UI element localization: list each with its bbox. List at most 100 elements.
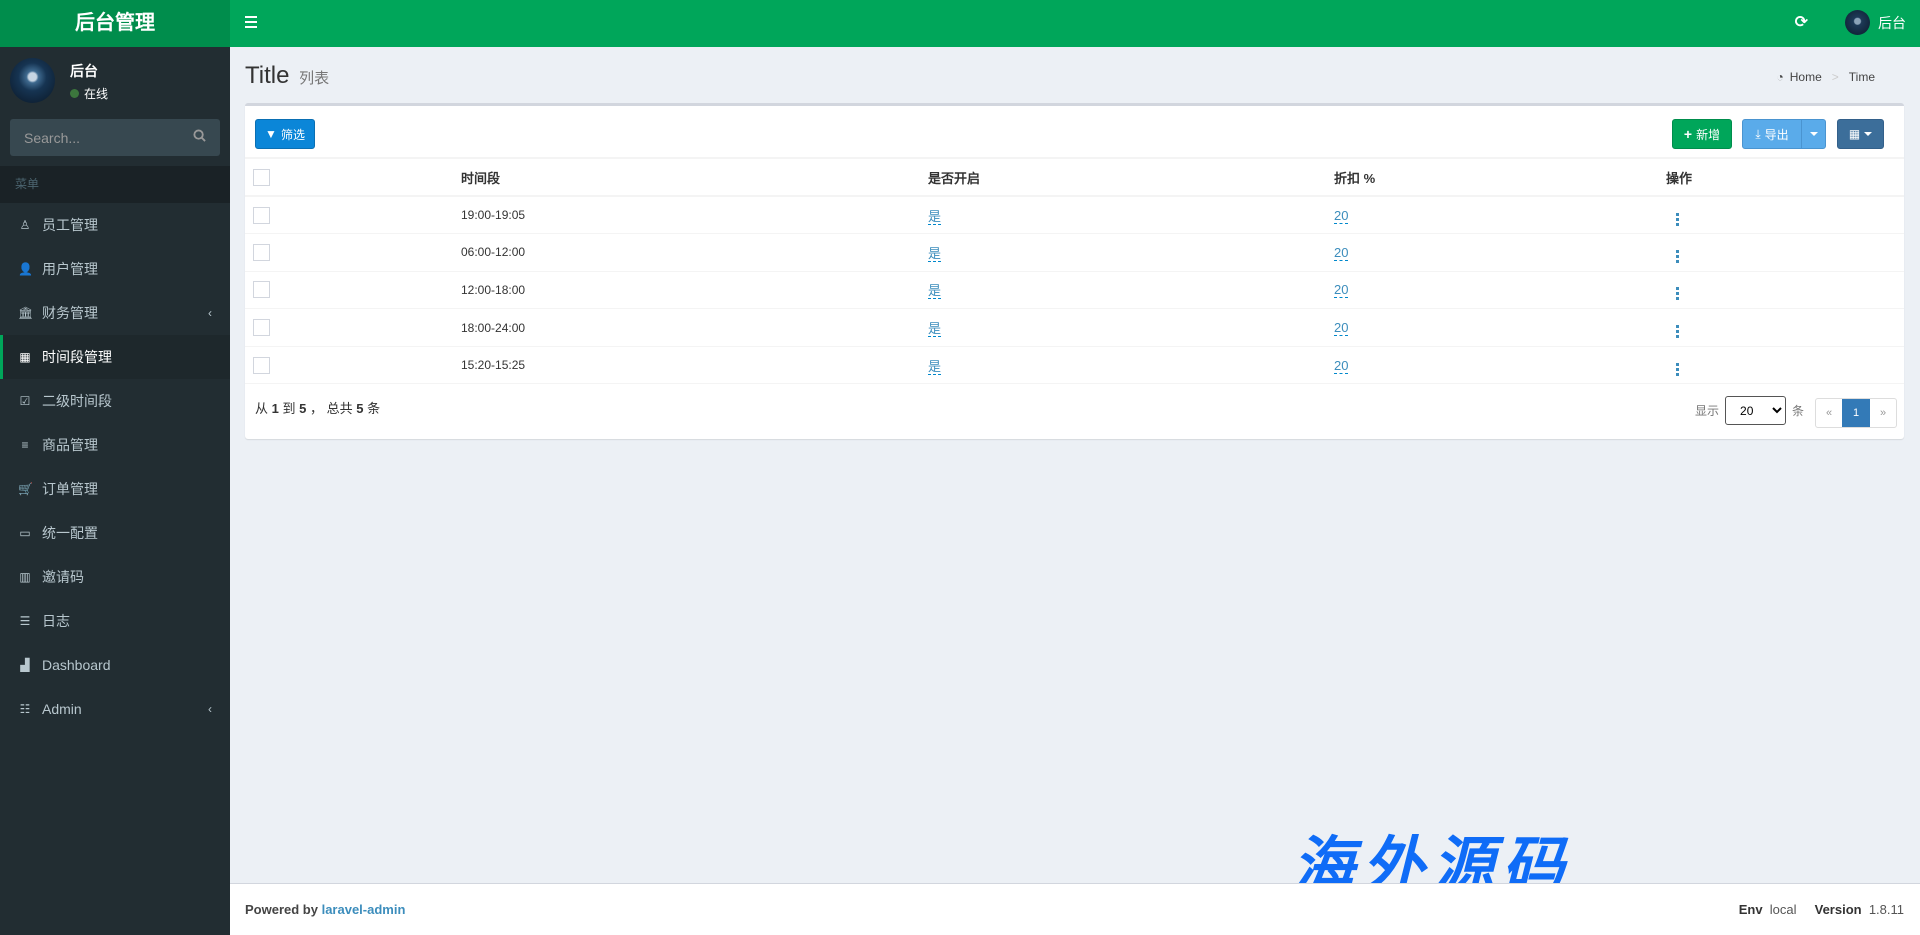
column-header-time[interactable]: 时间段 xyxy=(461,158,928,196)
summary-text: 从 xyxy=(255,401,268,416)
sidebar-item-label: Dashboard xyxy=(42,657,111,673)
page-button[interactable]: 1 xyxy=(1842,399,1870,427)
sidebar-item-0[interactable]: ♙员工管理 xyxy=(0,203,230,247)
caret-down-icon xyxy=(1864,132,1872,136)
chevron-left-icon: ‹ xyxy=(208,306,212,320)
sidebar-item-5[interactable]: ≡ 商品管理 xyxy=(0,423,230,467)
sidebar-item-label: 财务管理 xyxy=(42,303,98,323)
more-actions-icon[interactable] xyxy=(1676,287,1679,300)
cell-open-editable[interactable]: 是 xyxy=(928,209,941,225)
more-actions-icon[interactable] xyxy=(1676,325,1679,338)
refresh-icon[interactable]: ⟳ xyxy=(1795,12,1808,32)
cell-time: 15:20-15:25 xyxy=(461,346,928,384)
cell-discount-editable[interactable]: 20 xyxy=(1334,320,1348,336)
cell-open-editable[interactable]: 是 xyxy=(928,246,941,262)
column-selector-button[interactable]: ▦ xyxy=(1837,119,1884,149)
pagination-summary: 从 1 到 5 ， 总共 5 条 xyxy=(255,398,380,417)
row-checkbox[interactable] xyxy=(253,357,270,374)
version-label: Version xyxy=(1815,902,1862,917)
online-dot-icon xyxy=(70,89,79,98)
row-checkbox[interactable] xyxy=(253,319,270,336)
app-logo[interactable]: 后台管理 xyxy=(0,0,230,47)
status-text: 在线 xyxy=(84,85,108,102)
per-page-select[interactable]: 20 xyxy=(1725,396,1786,425)
sidebar-menu: ♙员工管理👤用户管理🏛财务管理‹▦时间段管理☑二级时间段≡商品管理🛒订单管理▭统… xyxy=(0,203,230,731)
export-label: 导出 xyxy=(1765,126,1789,143)
next-page-button[interactable]: » xyxy=(1870,399,1896,427)
select-all-checkbox[interactable] xyxy=(253,169,270,186)
search-input[interactable] xyxy=(10,119,220,156)
export-button[interactable]: ⤓ 导出 xyxy=(1742,119,1802,149)
more-actions-icon[interactable] xyxy=(1676,213,1679,226)
sidebar-toggle-icon[interactable] xyxy=(245,16,257,28)
sidebar-item-8[interactable]: ▥邀请码 xyxy=(0,555,230,599)
version-value: 1.8.11 xyxy=(1869,902,1904,917)
sidebar-item-label: 统一配置 xyxy=(42,523,98,543)
table-header-row: 时间段 是否开启 折扣 % 操作 xyxy=(245,158,1904,196)
user-name: 后台 xyxy=(1878,13,1906,33)
user-icon: 👤 xyxy=(18,262,32,276)
sidebar-item-label: 商品管理 xyxy=(42,435,98,455)
database-icon: ≡ xyxy=(18,438,32,452)
row-checkbox[interactable] xyxy=(253,281,270,298)
powered-by: Powered by laravel-admin xyxy=(245,902,405,917)
sidebar-item-11[interactable]: ☷Admin‹ xyxy=(0,687,230,731)
summary-text: 条 xyxy=(367,401,380,416)
footer: Powered by laravel-admin Env local Versi… xyxy=(230,883,1920,935)
new-button[interactable]: + 新增 xyxy=(1672,119,1732,149)
cell-open-editable[interactable]: 是 xyxy=(928,359,941,375)
cell-discount-editable[interactable]: 20 xyxy=(1334,208,1348,224)
cell-open-editable[interactable]: 是 xyxy=(928,321,941,337)
sidebar-search xyxy=(10,119,220,156)
sidebar-item-2[interactable]: 🏛财务管理‹ xyxy=(0,291,230,335)
column-header-discount[interactable]: 折扣 % xyxy=(1334,158,1666,196)
cell-time: 18:00-24:00 xyxy=(461,309,928,347)
powered-by-text: Powered by xyxy=(245,902,318,917)
page-title: Title xyxy=(245,62,289,89)
top-navbar: ⟳ 后台 xyxy=(230,0,1920,47)
column-header-open[interactable]: 是否开启 xyxy=(928,158,1334,196)
sidebar-item-9[interactable]: ☰日志 xyxy=(0,599,230,643)
grid-box: ▼ 筛选 + 新增 ⤓ 导出 ▦ 时间段 是否开启 折扣 % 操作 19:00-… xyxy=(245,103,1904,439)
search-icon[interactable] xyxy=(193,129,206,142)
sidebar: 后台 在线 菜单 ♙员工管理👤用户管理🏛财务管理‹▦时间段管理☑二级时间段≡商品… xyxy=(0,47,230,935)
bar-chart-icon: ▟ xyxy=(18,658,32,672)
sidebar-item-4[interactable]: ☑二级时间段 xyxy=(0,379,230,423)
download-icon: ⤓ xyxy=(1755,127,1760,142)
sidebar-item-6[interactable]: 🛒订单管理 xyxy=(0,467,230,511)
table-icon: ▦ xyxy=(1849,127,1860,141)
sidebar-item-7[interactable]: ▭统一配置 xyxy=(0,511,230,555)
page-subtitle: 列表 xyxy=(299,70,329,87)
cell-time: 12:00-18:00 xyxy=(461,271,928,309)
cell-time: 19:00-19:05 xyxy=(461,196,928,234)
row-checkbox[interactable] xyxy=(253,207,270,224)
env-value: local xyxy=(1770,902,1797,917)
status-badge: 在线 xyxy=(70,85,108,102)
more-actions-icon[interactable] xyxy=(1676,250,1679,263)
summary-text: 到 xyxy=(283,401,296,416)
prev-page-button[interactable]: « xyxy=(1816,399,1842,427)
summary-text: ， 总共 xyxy=(310,401,353,416)
cell-discount-editable[interactable]: 20 xyxy=(1334,282,1348,298)
sidebar-item-10[interactable]: ▟ Dashboard xyxy=(0,643,230,687)
per-page-control: 显示 20 条 xyxy=(1695,396,1804,425)
avatar xyxy=(1845,10,1870,35)
caret-down-icon xyxy=(1810,132,1818,136)
user-menu[interactable]: 后台 xyxy=(1845,10,1906,35)
export-dropdown-toggle[interactable] xyxy=(1801,119,1826,149)
breadcrumb-home[interactable]: Home xyxy=(1790,70,1822,84)
more-actions-icon[interactable] xyxy=(1676,363,1679,376)
row-checkbox[interactable] xyxy=(253,244,270,261)
cell-open-editable[interactable]: 是 xyxy=(928,283,941,299)
sidebar-item-1[interactable]: 👤用户管理 xyxy=(0,247,230,291)
filter-button[interactable]: ▼ 筛选 xyxy=(255,119,315,149)
laravel-admin-link[interactable]: laravel-admin xyxy=(322,902,406,917)
cell-discount-editable[interactable]: 20 xyxy=(1334,245,1348,261)
sidebar-item-label: Admin xyxy=(42,701,82,717)
dashboard-icon: ◔ xyxy=(1776,70,1783,84)
sidebar-item-3[interactable]: ▦时间段管理 xyxy=(0,335,230,379)
calendar-icon: ▦ xyxy=(18,350,32,364)
env-label: Env xyxy=(1739,902,1763,917)
summary-to: 5 xyxy=(299,401,306,416)
cell-discount-editable[interactable]: 20 xyxy=(1334,358,1348,374)
